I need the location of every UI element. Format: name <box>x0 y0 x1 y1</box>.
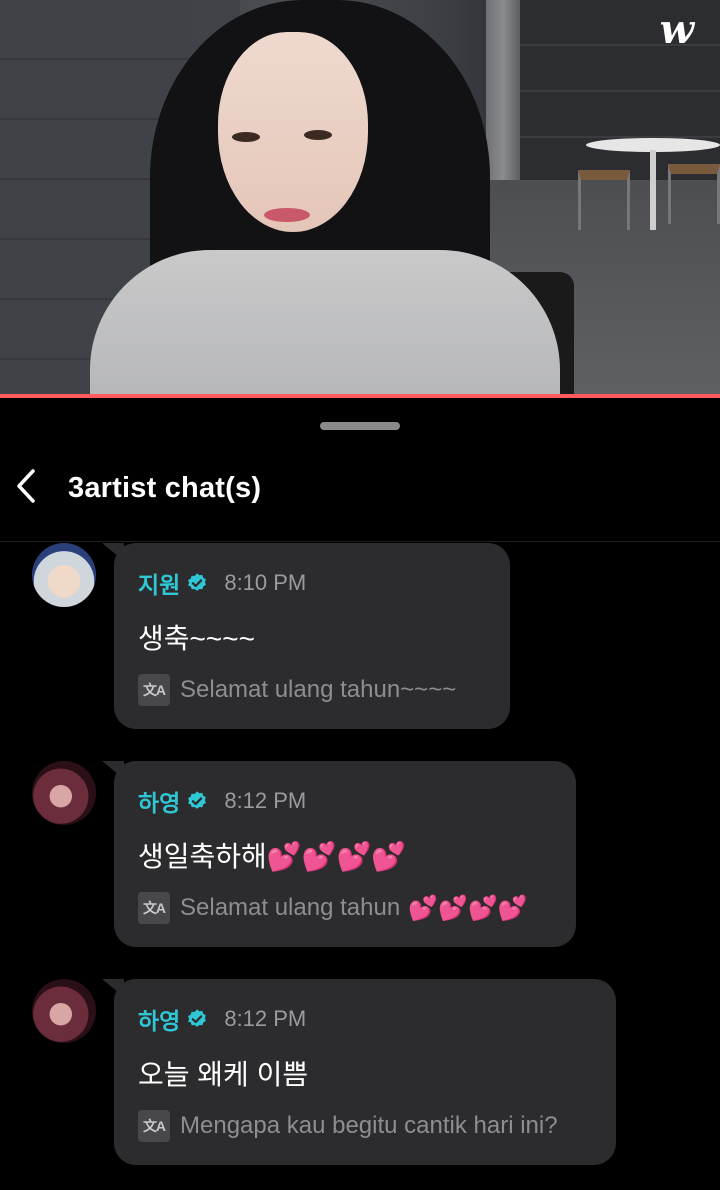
message-time: 8:12 PM <box>224 788 307 813</box>
translate-icon: 文A <box>138 1110 170 1142</box>
message-text: 오늘 왜케 이쁨 <box>138 1059 309 1090</box>
avatar[interactable] <box>32 543 96 607</box>
video-stool <box>668 164 720 224</box>
message-time: 8:12 PM <box>224 1006 307 1031</box>
translation-text: Selamat ulang tahun <box>180 894 401 921</box>
back-button[interactable] <box>6 466 46 506</box>
author-name: 하영 <box>138 790 181 816</box>
message-text-row: 생일축하해💕💕💕💕 <box>138 835 552 872</box>
video-table-leg <box>650 150 656 230</box>
author-name: 지원 <box>138 572 181 598</box>
message-bubble: 지원 8:10 PM 생축~~~~ 文A Selamat ulang tahun… <box>102 543 510 729</box>
message-meta: 지원 8:10 PM <box>138 567 486 599</box>
live-video[interactable]: w <box>0 0 720 394</box>
message-time: 8:10 PM <box>224 570 307 595</box>
heart-emoji: 💕💕💕💕 <box>266 841 407 872</box>
video-person-eye <box>232 132 260 142</box>
author-name: 하영 <box>138 1008 181 1034</box>
video-progress-bar[interactable] <box>0 394 720 398</box>
sheet-drag-handle[interactable] <box>320 422 400 430</box>
message-bubble: 하영 8:12 PM 오늘 왜케 이쁨 文A Mengapa kau begit… <box>102 979 616 1165</box>
message-bubble: 하영 8:12 PM 생일축하해💕💕💕💕 文A Selamat ulang ta… <box>102 761 576 947</box>
video-person-sweater <box>90 250 560 394</box>
message-text: 생축~~~~ <box>138 623 255 654</box>
video-stool <box>578 170 630 230</box>
message-meta: 하영 8:12 PM <box>138 1003 592 1035</box>
verified-badge-icon <box>188 791 207 809</box>
translate-icon: 文A <box>138 674 170 706</box>
video-person-lips <box>264 208 310 222</box>
video-progress-fill <box>0 394 720 398</box>
video-background-pillar <box>486 0 520 190</box>
video-person-eye <box>304 130 332 140</box>
message-text: 생일축하해 <box>138 841 267 872</box>
message-meta: 하영 8:12 PM <box>138 785 552 817</box>
translate-icon: 文A <box>138 892 170 924</box>
avatar[interactable] <box>32 979 96 1043</box>
message-translation: 文A Mengapa kau begitu cantik hari ini? <box>138 1109 592 1143</box>
page-title: 3artist chat(s) <box>68 472 262 504</box>
translation-text: Mengapa kau begitu cantik hari ini? <box>180 1112 558 1139</box>
message-translation: 文A Selamat ulang tahun 💕💕💕💕 <box>138 891 552 925</box>
verified-badge-icon <box>188 1009 207 1027</box>
heart-emoji: 💕💕💕💕 <box>408 894 528 922</box>
chevron-left-icon <box>17 469 35 503</box>
message-translation: 文A Selamat ulang tahun~~~~ <box>138 673 486 707</box>
avatar[interactable] <box>32 761 96 825</box>
verified-badge-icon <box>188 573 207 591</box>
weverse-logo: w <box>659 6 694 53</box>
translation-text: Selamat ulang tahun~~~~ <box>180 676 457 703</box>
chat-header: 3artist chat(s) <box>0 452 720 542</box>
